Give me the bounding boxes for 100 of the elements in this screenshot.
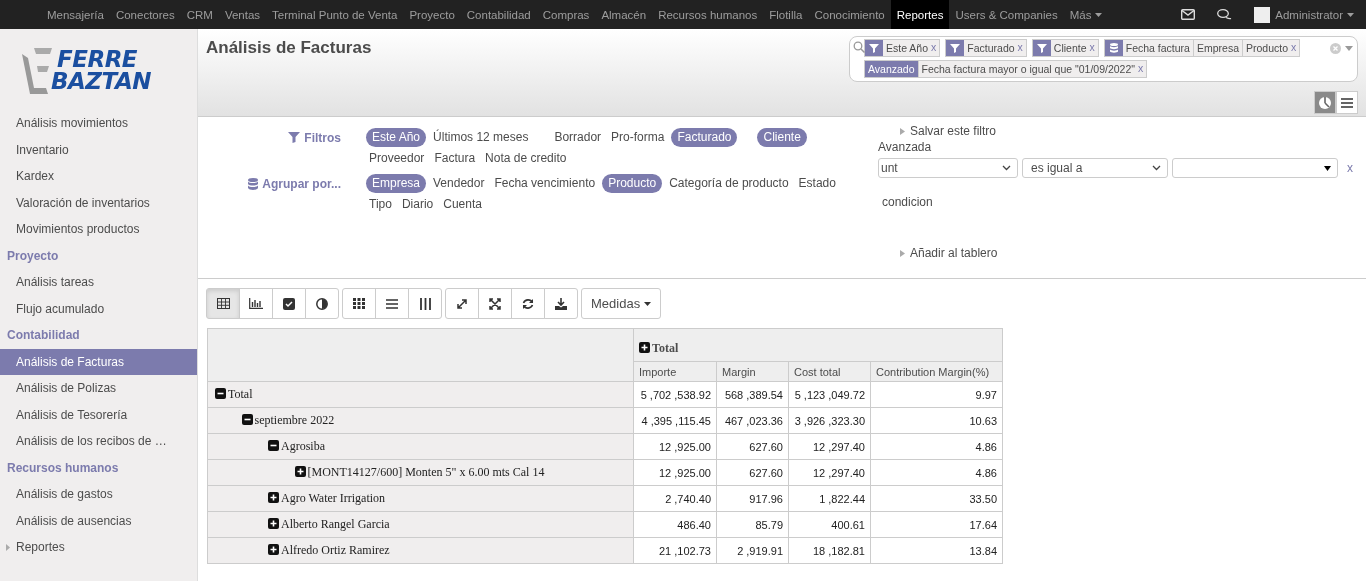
filter-option[interactable]: Últimos 12 meses xyxy=(430,128,532,147)
download-button[interactable] xyxy=(544,288,578,319)
table-cell: 917.96 xyxy=(716,485,789,512)
group-by-option[interactable]: Vendedor xyxy=(430,174,488,193)
search-facet[interactable]: Avanzado Fecha factura mayor o igual que "01/09/2022" x xyxy=(864,60,1148,78)
group-by-option[interactable]: Estado xyxy=(795,174,839,193)
menu-item[interactable]: Compras xyxy=(536,0,596,29)
columns-button[interactable] xyxy=(408,288,442,319)
group-by-option[interactable]: Producto xyxy=(602,174,663,193)
sidebar-item[interactable]: Movimientos productos xyxy=(0,216,197,243)
group-by-option[interactable]: Empresa xyxy=(366,174,427,193)
caret-icon xyxy=(1347,12,1354,17)
filter-option[interactable]: Nota de credito xyxy=(482,149,570,168)
remove-facet[interactable]: x xyxy=(1089,40,1098,56)
menu-item[interactable]: Reportes xyxy=(890,0,950,29)
menu-item[interactable]: Conocimiento xyxy=(808,0,891,29)
menu-item[interactable]: Ventas xyxy=(218,0,267,29)
table-cell: 10.63 xyxy=(870,407,1003,434)
list-button[interactable] xyxy=(375,288,409,319)
filter-option[interactable]: Borrador xyxy=(551,128,605,147)
group-by-option[interactable]: Fecha vencimiento xyxy=(491,174,599,193)
sidebar-item[interactable]: Análisis de Polizas xyxy=(0,375,197,402)
expand-button[interactable] xyxy=(445,288,479,319)
add-to-dashboard-toggle[interactable]: Añadir al tablero xyxy=(900,246,998,261)
row-header[interactable]: Alberto Rangel Garcia xyxy=(207,511,634,538)
grid-button[interactable] xyxy=(342,288,376,319)
menu-item[interactable]: Mensajería xyxy=(41,0,110,29)
sidebar-item[interactable]: Análisis de ausencias xyxy=(0,507,197,534)
sidebar-item[interactable]: Análisis de Tesorería xyxy=(0,401,197,428)
caret-icon[interactable] xyxy=(1345,46,1353,51)
filters-heading[interactable]: Filtros xyxy=(198,128,341,147)
sidebar-item[interactable]: Análisis de Facturas xyxy=(0,348,197,375)
search-facet[interactable]: Fecha factura Empresa Producto x xyxy=(1103,39,1301,57)
menu-item[interactable]: CRM xyxy=(180,0,219,29)
operator-select[interactable]: es igual a xyxy=(1022,158,1168,178)
tasks-mode-button[interactable] xyxy=(272,288,306,319)
sidebar-item[interactable]: Análisis de gastos xyxy=(0,481,197,508)
add-condition-link[interactable]: condicion xyxy=(882,195,933,209)
menu-item[interactable]: Recursos humanos xyxy=(652,0,764,29)
search-facet[interactable]: Este Año x xyxy=(864,39,941,57)
bars-mode-button[interactable] xyxy=(239,288,273,319)
expand-arrow-icon xyxy=(900,250,905,257)
row-header[interactable]: Agrosiba xyxy=(207,433,634,460)
menu-item[interactable]: Flotilla xyxy=(763,0,809,29)
remove-facet[interactable]: x xyxy=(1291,40,1300,56)
sidebar-item[interactable]: Análisis tareas xyxy=(0,269,197,296)
sidebar-item[interactable]: Valoración de inventarios xyxy=(0,189,197,216)
more-menu[interactable]: Más xyxy=(1063,0,1109,29)
sidebar-item[interactable]: Análisis de los recibos de … xyxy=(0,428,197,455)
menu-item[interactable]: Conectores xyxy=(109,0,181,29)
search-field[interactable]: Este Año x Facturado x Cliente x Fecha factura Empresa Producto x Avanzado Fecha factura mayor o igual que "01/09/2022" x xyxy=(849,36,1358,82)
row-header[interactable]: Alfredo Ortiz Ramirez xyxy=(207,537,634,564)
group-by-option[interactable]: Categoría de producto xyxy=(666,174,792,193)
filter-option[interactable]: Proveedor xyxy=(366,149,428,168)
sidebar-item[interactable]: Reportes xyxy=(0,534,197,561)
table-mode-button[interactable] xyxy=(206,288,240,319)
group-by-option[interactable]: Tipo xyxy=(366,195,395,214)
row-header[interactable]: Agro Water Irrigation xyxy=(207,485,634,512)
filter-option[interactable]: Factura xyxy=(431,149,479,168)
expand-icon xyxy=(456,297,468,310)
menu-item[interactable]: Contabilidad xyxy=(460,0,537,29)
list-view-button[interactable] xyxy=(1336,91,1358,114)
menu-item[interactable]: Terminal Punto de Venta xyxy=(266,0,404,29)
advanced-search-heading[interactable]: Avanzada xyxy=(878,139,932,155)
field-select[interactable]: unt xyxy=(878,158,1018,178)
menu-item[interactable]: Proyecto xyxy=(403,0,461,29)
chat-icon[interactable] xyxy=(1217,8,1233,21)
remove-facet[interactable]: x xyxy=(931,40,940,56)
measures-dropdown[interactable]: Medidas xyxy=(581,288,662,319)
minus-icon xyxy=(268,440,279,451)
remove-facet[interactable]: x xyxy=(1017,40,1026,56)
contrast-mode-button[interactable] xyxy=(305,288,339,319)
column-group-header[interactable]: Total xyxy=(633,328,1003,362)
envelope-icon[interactable] xyxy=(1181,9,1196,20)
row-header[interactable]: [MONT14127/600] Monten 5" x 6.00 mts Cal 14 xyxy=(207,459,634,486)
search-facet[interactable]: Facturado x xyxy=(945,39,1027,57)
sidebar-item[interactable]: Análisis movimientos xyxy=(0,110,197,137)
sidebar-item[interactable]: Kardex xyxy=(0,163,197,190)
user-menu[interactable]: Administrator xyxy=(1254,6,1354,23)
search-facet[interactable]: Cliente x xyxy=(1031,39,1099,57)
menu-item[interactable]: Almacén xyxy=(595,0,653,29)
group-by-heading[interactable]: Agrupar por... xyxy=(198,174,341,193)
section-heading: Contabilidad xyxy=(6,327,81,344)
filter-option[interactable]: Cliente xyxy=(757,128,807,147)
save-filter-toggle[interactable]: Salvar este filtro xyxy=(900,124,997,139)
row-header[interactable]: Total xyxy=(207,381,634,408)
group-by-option[interactable]: Cuenta xyxy=(440,195,485,214)
filter-option[interactable]: Facturado xyxy=(671,128,738,147)
filter-option[interactable]: Pro-forma xyxy=(608,128,668,147)
pivot-view-button[interactable] xyxy=(1314,91,1336,114)
collapse-button[interactable] xyxy=(478,288,512,319)
row-header[interactable]: septiembre 2022 xyxy=(207,407,634,434)
remove-facet[interactable]: x xyxy=(1138,61,1147,77)
group-by-option[interactable]: Diario xyxy=(398,195,437,214)
sidebar-item[interactable]: Flujo acumulado xyxy=(0,295,197,322)
filter-option[interactable]: Este Año xyxy=(366,128,427,147)
refresh-button[interactable] xyxy=(511,288,545,319)
remove-condition[interactable]: x xyxy=(1347,161,1353,175)
sidebar-item[interactable]: Inventario xyxy=(0,136,197,163)
menu-item[interactable]: Users & Companies xyxy=(949,0,1064,29)
